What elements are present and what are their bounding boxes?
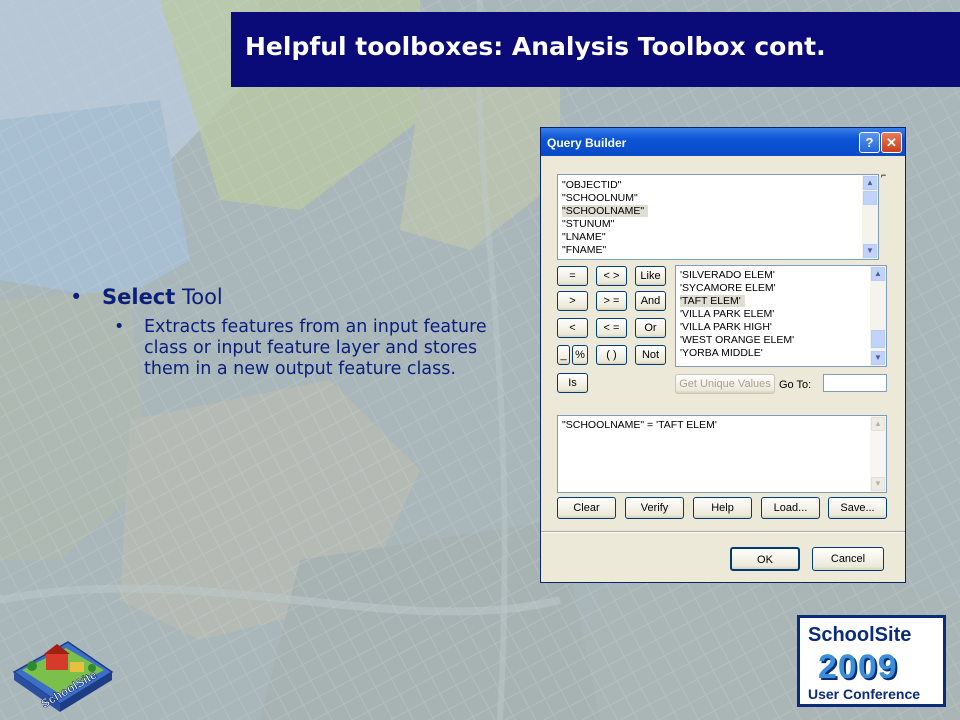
scroll-thumb[interactable] bbox=[863, 191, 877, 205]
get-unique-values-button[interactable]: Get Unique Values bbox=[675, 374, 775, 394]
op-greater-button[interactable]: > bbox=[557, 291, 588, 311]
op-percent-button[interactable]: % bbox=[572, 345, 588, 365]
help-titlebar-button[interactable]: ? bbox=[859, 132, 880, 153]
value-item[interactable]: 'WEST ORANGE ELEM' bbox=[680, 334, 794, 346]
op-less-button[interactable]: < bbox=[557, 318, 588, 338]
op-equals-button[interactable]: = bbox=[557, 266, 588, 286]
field-item[interactable]: "FNAME" bbox=[562, 244, 606, 256]
field-item[interactable]: "OBJECTID" bbox=[562, 179, 621, 191]
op-like-button[interactable]: Like bbox=[635, 266, 666, 286]
op-less-equal-button[interactable]: < = bbox=[596, 318, 627, 338]
scroll-up-icon[interactable]: ▲ bbox=[871, 267, 885, 281]
sub-bullet-description: • Extracts features from an input featur… bbox=[114, 317, 494, 380]
op-underscore-button[interactable]: _ bbox=[557, 345, 570, 365]
dialog-title: Query Builder bbox=[547, 136, 627, 150]
resize-grip-icon: ⌐ bbox=[881, 170, 887, 180]
close-titlebar-button[interactable]: ✕ bbox=[881, 132, 902, 153]
slide-title-bar: Helpful toolboxes: Analysis Toolbox cont… bbox=[231, 12, 960, 87]
op-not-equal-button[interactable]: < > bbox=[596, 266, 627, 286]
ok-button[interactable]: OK bbox=[730, 547, 800, 571]
query-builder-dialog: Query Builder ? ✕ "OBJECTID" "SCHOOLNUM"… bbox=[540, 127, 906, 583]
field-item[interactable]: "LNAME" bbox=[562, 231, 606, 243]
values-list[interactable]: 'SILVERADO ELEM' 'SYCAMORE ELEM' 'TAFT E… bbox=[675, 265, 887, 367]
bullet-strong-text: Select bbox=[102, 285, 176, 309]
clear-button[interactable]: Clear bbox=[557, 497, 616, 519]
op-or-button[interactable]: Or bbox=[635, 318, 666, 338]
bullet-text: Tool bbox=[175, 285, 223, 309]
sub-bullet-text: Extracts features from an input feature … bbox=[144, 317, 487, 379]
scroll-down-icon[interactable]: ▼ bbox=[871, 351, 885, 365]
value-item-selected[interactable]: 'TAFT ELEM' bbox=[680, 295, 745, 307]
schoolsite-2009-logo: SchoolSite 2009 User Conference bbox=[797, 615, 946, 707]
fields-scrollbar[interactable]: ▲ ▼ bbox=[862, 175, 878, 259]
help-button[interactable]: Help bbox=[693, 497, 752, 519]
sub-bullet-dot: • bbox=[114, 317, 125, 337]
bullet-select-tool: • Select Tool bbox=[70, 285, 510, 309]
field-item[interactable]: "SCHOOLNUM" bbox=[562, 192, 638, 204]
op-and-button[interactable]: And bbox=[635, 291, 666, 311]
scroll-up-icon[interactable]: ▲ bbox=[871, 417, 885, 431]
scroll-thumb[interactable] bbox=[871, 330, 885, 348]
verify-button[interactable]: Verify bbox=[625, 497, 684, 519]
logo-line-schoolsite: SchoolSite bbox=[808, 624, 912, 646]
logo-line-year: 2009 bbox=[818, 648, 898, 686]
field-item-selected[interactable]: "SCHOOLNAME" bbox=[562, 205, 649, 217]
expression-text: "SCHOOLNAME" = 'TAFT ELEM' bbox=[562, 419, 717, 431]
value-item[interactable]: 'VILLA PARK ELEM' bbox=[680, 308, 774, 320]
values-scrollbar[interactable]: ▲ ▼ bbox=[870, 266, 886, 366]
value-item[interactable]: 'SYCAMORE ELEM' bbox=[680, 282, 776, 294]
cancel-button[interactable]: Cancel bbox=[812, 547, 884, 571]
value-item[interactable]: 'SILVERADO ELEM' bbox=[680, 269, 775, 281]
value-item[interactable]: 'VILLA PARK HIGH' bbox=[680, 321, 772, 333]
expression-scrollbar[interactable]: ▲ ▼ bbox=[870, 416, 886, 492]
slide-body: • Select Tool • Extracts features from a… bbox=[70, 285, 510, 380]
slide-title: Helpful toolboxes: Analysis Toolbox cont… bbox=[245, 32, 826, 61]
expression-textarea[interactable]: "SCHOOLNAME" = 'TAFT ELEM' ▲ ▼ bbox=[557, 415, 887, 493]
bullet-dot: • bbox=[70, 285, 83, 309]
op-is-button[interactable]: Is bbox=[557, 373, 588, 393]
logo-line-conference: User Conference bbox=[808, 686, 921, 702]
save-button[interactable]: Save... bbox=[828, 497, 887, 519]
op-greater-equal-button[interactable]: > = bbox=[596, 291, 627, 311]
field-item[interactable]: "STUNUM" bbox=[562, 218, 614, 230]
scroll-down-icon[interactable]: ▼ bbox=[863, 244, 877, 258]
load-button[interactable]: Load... bbox=[761, 497, 820, 519]
value-item[interactable]: 'YORBA MIDDLE' bbox=[680, 347, 763, 359]
op-parens-button[interactable]: ( ) bbox=[596, 345, 627, 365]
dialog-divider bbox=[541, 531, 905, 533]
op-not-button[interactable]: Not bbox=[635, 345, 666, 365]
schoolsite-left-logo: SchoolSite bbox=[12, 641, 114, 712]
scroll-down-icon[interactable]: ▼ bbox=[871, 477, 885, 491]
scroll-up-icon[interactable]: ▲ bbox=[863, 176, 877, 190]
goto-label: Go To: bbox=[779, 379, 812, 391]
dialog-title-bar[interactable]: Query Builder ? ✕ bbox=[541, 128, 905, 156]
goto-input[interactable] bbox=[823, 374, 887, 392]
fields-list[interactable]: "OBJECTID" "SCHOOLNUM" "SCHOOLNAME" "STU… bbox=[557, 174, 879, 260]
